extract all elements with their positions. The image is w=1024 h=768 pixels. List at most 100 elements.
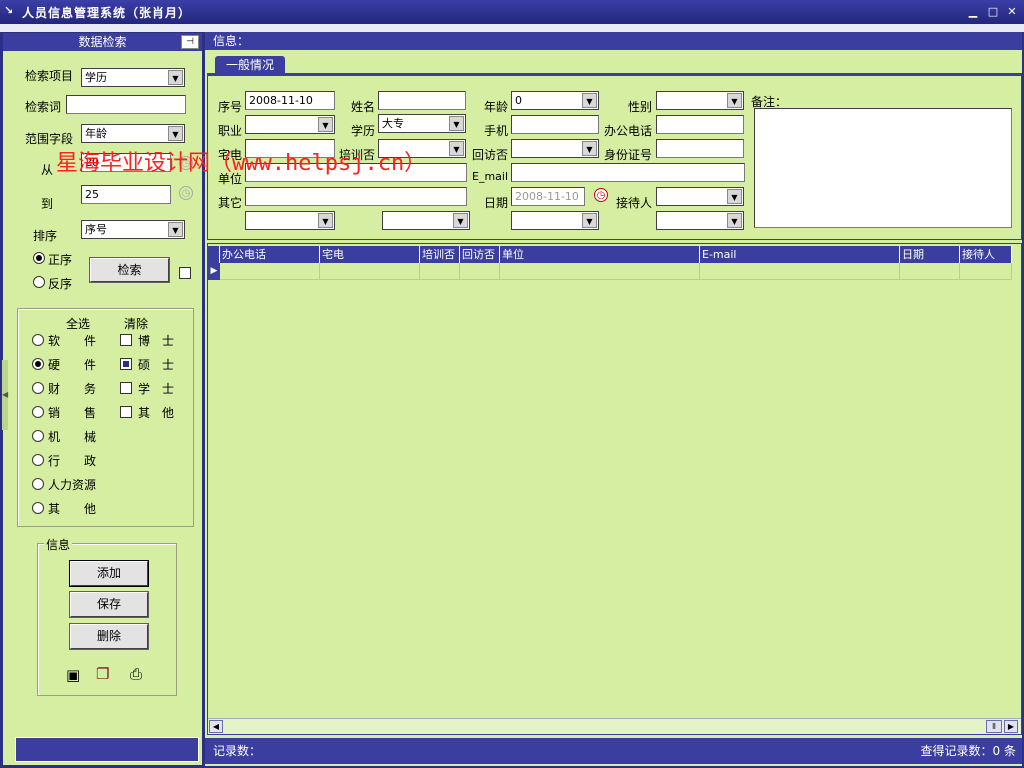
column-header[interactable]: 回访否 (460, 246, 500, 263)
table-cell[interactable] (460, 263, 500, 280)
table-cell[interactable] (900, 263, 960, 280)
gender-label: 性别 (628, 100, 653, 114)
to-input[interactable]: 25 (81, 185, 171, 204)
receiver-select[interactable]: ▼ (656, 187, 744, 206)
table-cell[interactable] (700, 263, 900, 280)
search-word-input[interactable] (66, 95, 186, 114)
title-bar: ↘ 人员信息管理系统（张肖月） ▁ □ ✕ (0, 0, 1024, 24)
pin-icon[interactable]: ⊣ (181, 35, 199, 49)
clock-icon[interactable]: ◷ (594, 188, 608, 202)
chevron-down-icon[interactable]: ▼ (453, 213, 468, 228)
save-button[interactable]: 保存 (69, 591, 149, 618)
column-header[interactable]: 接待人 (960, 246, 1012, 263)
scroll-thumb[interactable]: ⦀ (986, 720, 1002, 733)
department-radio[interactable] (32, 454, 44, 466)
department-radio[interactable] (32, 406, 44, 418)
maximize-icon[interactable]: □ (985, 4, 1001, 19)
minimize-icon[interactable]: ▁ (965, 4, 981, 19)
filter-group: 全选 清除 软 件硬 件财 务销 售机 械行 政人力资源其 他 博 士硕 士学 … (17, 308, 194, 527)
chevron-down-icon[interactable]: ▼ (168, 222, 183, 237)
department-label: 财 务 (48, 382, 97, 396)
table-row[interactable]: ▶ (208, 263, 1021, 280)
chevron-down-icon[interactable]: ▼ (582, 141, 597, 156)
table-cell[interactable] (220, 263, 320, 280)
chevron-down-icon[interactable]: ▼ (449, 141, 464, 156)
chevron-down-icon[interactable]: ▼ (318, 117, 333, 132)
save-disk-icon[interactable]: ▣ (66, 666, 80, 684)
export-icon[interactable]: ❐ (96, 665, 109, 683)
range-field-select[interactable]: 年龄 ▼ (81, 124, 185, 143)
extra-select-4[interactable]: ▼ (656, 211, 744, 230)
department-radio[interactable] (32, 358, 44, 370)
chevron-down-icon[interactable]: ▼ (727, 93, 742, 108)
email-input[interactable] (511, 163, 745, 182)
gender-select[interactable]: ▼ (656, 91, 744, 110)
tab-general[interactable]: 一般情况 (215, 56, 285, 74)
printer-icon[interactable]: ⎙ (130, 665, 142, 683)
chevron-down-icon[interactable]: ▼ (727, 189, 742, 204)
office-phone-input[interactable] (656, 115, 744, 134)
department-label: 软 件 (48, 334, 97, 348)
department-label: 销 售 (48, 406, 97, 420)
scroll-right-icon[interactable]: ▶ (1004, 720, 1018, 733)
department-radio[interactable] (32, 478, 44, 490)
desc-radio[interactable] (33, 276, 45, 288)
office-phone-label: 办公电话 (604, 124, 653, 138)
table-cell[interactable] (960, 263, 1012, 280)
table-cell[interactable] (320, 263, 420, 280)
extra-select-1[interactable]: ▼ (245, 211, 335, 230)
mobile-input[interactable] (511, 115, 599, 134)
visited-select[interactable]: ▼ (511, 139, 599, 158)
table-cell[interactable] (420, 263, 460, 280)
chevron-down-icon[interactable]: ▼ (168, 126, 183, 141)
edu-select[interactable]: 大专 ▼ (378, 114, 466, 133)
chevron-down-icon[interactable]: ▼ (582, 93, 597, 108)
asc-radio[interactable] (33, 252, 45, 264)
column-header[interactable]: 培训否 (420, 246, 460, 263)
table-cell[interactable] (500, 263, 700, 280)
degree-checkbox[interactable] (120, 406, 132, 418)
collapse-handle[interactable]: ◀ (2, 360, 8, 430)
search-option-checkbox[interactable] (179, 267, 191, 279)
id-input[interactable] (656, 139, 744, 158)
column-header[interactable]: 单位 (500, 246, 700, 263)
remark-textarea[interactable] (754, 108, 1012, 228)
chevron-down-icon[interactable]: ▼ (168, 70, 183, 85)
delete-button[interactable]: 删除 (69, 623, 149, 650)
column-header[interactable]: 办公电话 (220, 246, 320, 263)
department-radio[interactable] (32, 502, 44, 514)
chevron-down-icon[interactable]: ▼ (727, 213, 742, 228)
department-radio[interactable] (32, 430, 44, 442)
department-radio[interactable] (32, 334, 44, 346)
add-button[interactable]: 添加 (69, 560, 149, 587)
department-radio[interactable] (32, 382, 44, 394)
chevron-down-icon[interactable]: ▼ (318, 213, 333, 228)
search-item-select[interactable]: 学历 ▼ (81, 68, 185, 87)
sort-select[interactable]: 序号 ▼ (81, 220, 185, 239)
extra-select-3[interactable]: ▼ (511, 211, 599, 230)
other-input[interactable] (245, 187, 467, 206)
scroll-left-icon[interactable]: ◀ (209, 720, 223, 733)
chevron-down-icon[interactable]: ▼ (449, 116, 464, 131)
job-select[interactable]: ▼ (245, 115, 335, 134)
age-select[interactable]: 0 ▼ (511, 91, 599, 110)
close-icon[interactable]: ✕ (1004, 4, 1020, 19)
column-header[interactable]: E-mail (700, 246, 900, 263)
search-button[interactable]: 检索 (89, 257, 170, 283)
seq-input[interactable]: 2008-11-10 (245, 91, 335, 110)
name-input[interactable] (378, 91, 466, 110)
horizontal-scrollbar[interactable]: ◀ ⦀ ▶ (208, 718, 1021, 734)
degree-checkbox[interactable] (120, 382, 132, 394)
column-header[interactable]: 日期 (900, 246, 960, 263)
clear-link[interactable]: 清除 (124, 315, 148, 332)
chevron-down-icon[interactable]: ▼ (582, 213, 597, 228)
select-all-link[interactable]: 全选 (66, 315, 90, 332)
extra-select-2[interactable]: ▼ (382, 211, 470, 230)
column-header[interactable]: 宅电 (320, 246, 420, 263)
degree-checkbox[interactable] (120, 334, 132, 346)
edu-value: 大专 (382, 117, 404, 130)
date-input[interactable]: 2008-11-10 (511, 187, 585, 206)
records-grid[interactable]: 办公电话 宅电 培训否 回访否 单位 E-mail 日期 接待人 ▶ ◀ ⦀ ▶ (207, 243, 1022, 735)
info-panel: 信息： 一般情况 序号 2008-11-10 姓名 年龄 0 ▼ 性别 ▼ 备注：… (205, 32, 1022, 766)
degree-checkbox[interactable] (120, 358, 132, 370)
